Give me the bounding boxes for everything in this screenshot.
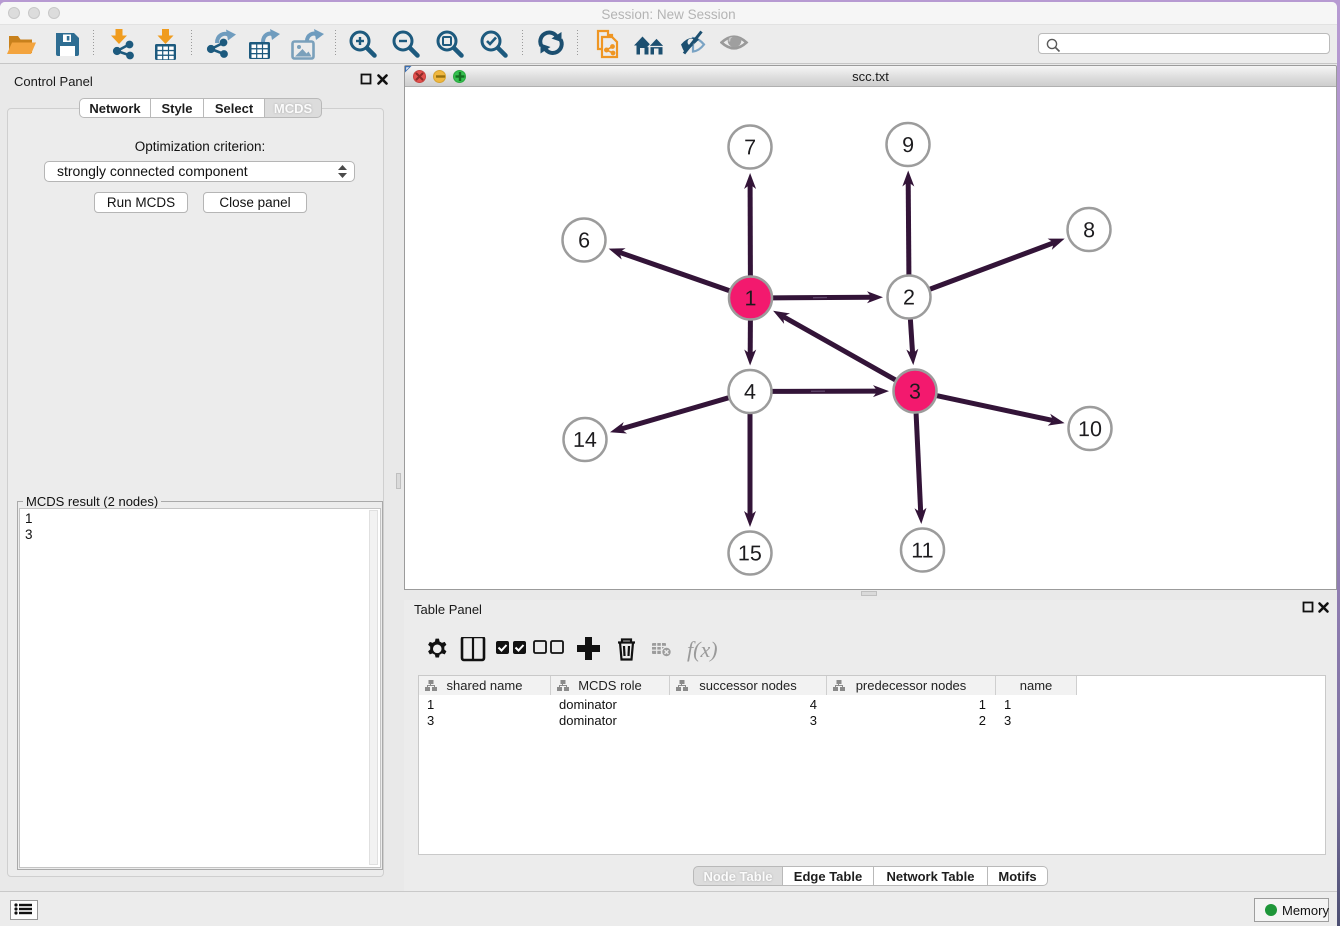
svg-text:6: 6 [578,228,590,252]
svg-text:10: 10 [1078,417,1102,441]
svg-text:15: 15 [738,541,762,565]
svg-text:1: 1 [745,286,757,310]
svg-text:7: 7 [744,135,756,159]
svg-text:9: 9 [902,133,914,157]
svg-text:2: 2 [903,286,915,310]
svg-text:f(x): f(x) [687,637,718,662]
svg-text:11: 11 [911,539,933,563]
svg-text:14: 14 [573,428,597,452]
svg-text:3: 3 [909,380,921,404]
svg-text:4: 4 [744,380,756,404]
svg-text:8: 8 [1083,218,1095,242]
